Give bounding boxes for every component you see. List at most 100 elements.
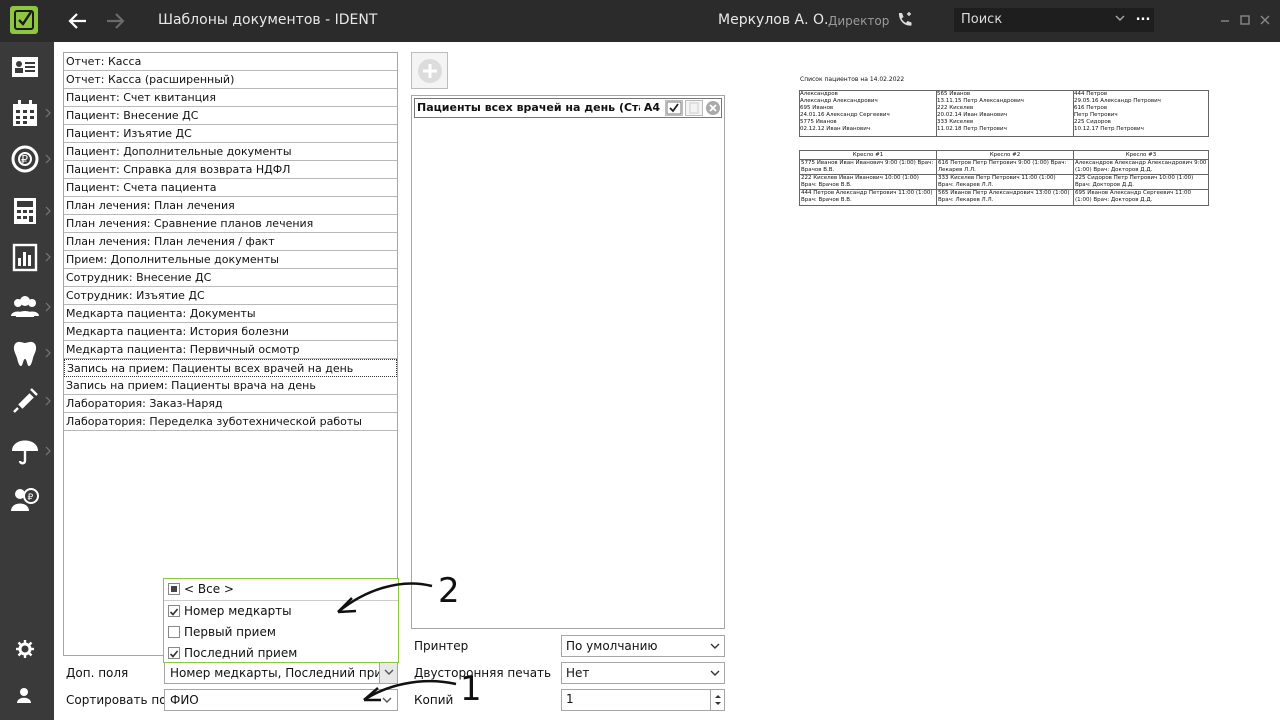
search-input[interactable]: Поиск [954,8,1132,32]
forward-arrow-icon[interactable] [103,10,127,32]
preview-line: 444 Петров [1074,91,1108,97]
preview-line: 5775 Иванов [800,119,837,125]
title-bar: Шаблоны документов - IDENT Меркулов А. О… [0,0,1280,42]
option-medcard-number[interactable]: Номер медкарты [164,601,398,621]
copies-input[interactable]: 1 [561,689,725,711]
preview-line: 29.05.16 Александр Петрович [1074,98,1161,104]
preview-cell: 695 Иванов Александр Сергеевич 11:00 (1:… [1075,190,1191,203]
select-version-button[interactable] [665,100,683,116]
sidebar-item-treatment[interactable] [0,378,54,424]
preview-cell: 444 Петров Александр Петрович 11:00 (1:0… [801,190,933,203]
chevron-down-icon [384,669,394,675]
option-first-visit[interactable]: Первый прием [164,622,398,642]
template-list-item[interactable]: Медкарта пациента: Первичный осмотр [64,341,397,359]
printer-value: По умолчанию [566,639,658,653]
duplex-select[interactable]: Нет [561,662,725,684]
sidebar-item-patient-payments[interactable]: ₽ [0,476,54,522]
template-list-item[interactable]: Отчет: Касса [64,53,397,71]
template-list-item[interactable]: Пациент: Дополнительные документы [64,143,397,161]
duplex-label: Двусторонняя печать [414,666,552,680]
template-list-item[interactable]: Лаборатория: Переделка зуботехнической р… [64,413,397,431]
sidebar-item-dental[interactable] [0,330,54,376]
printer-label: Принтер [414,639,469,653]
extra-fields-dropdown: < Все > Номер медкарты Первый прием Посл… [163,578,399,663]
maximize-icon[interactable] [1238,13,1252,27]
people-icon [11,296,39,317]
delete-version-button[interactable] [705,100,723,116]
checkbox-unchecked[interactable] [168,626,180,638]
checkbox-partial[interactable] [168,583,180,595]
template-list-item[interactable]: Медкарта пациента: История болезни [64,323,397,341]
copies-stepper[interactable] [710,690,724,710]
printer-select[interactable]: По умолчанию [561,635,725,657]
template-version-row[interactable]: Пациенты всех врачей на день (Стандарт) … [414,98,722,118]
preview-line: 20.02.14 Иван Иванович [937,112,1008,118]
sidebar-item-reports[interactable] [0,234,54,280]
close-icon[interactable] [1258,13,1272,27]
chevron-right-icon [45,302,51,312]
app-logo-icon[interactable] [10,6,38,34]
phone-icon[interactable] [896,11,914,29]
preview-cell: 5775 Иванов Иван Иванович 9:00 (1:00) Вр… [800,160,936,175]
checkbox-checked[interactable] [168,605,180,617]
template-list-item[interactable]: Пациент: Счет квитанция [64,89,397,107]
sort-select[interactable]: ФИО [164,689,398,711]
checkmark-icon [169,650,179,658]
sidebar-item-settings[interactable] [0,626,54,672]
preview-line: Александр Александрович [800,98,878,104]
preview-cell: Александров Александр Александрович 9:00… [1074,160,1208,175]
sidebar-item-staff[interactable] [0,284,54,330]
preview-cell: 222 Киселев Иван Иванович 10:00 (1:00) В… [800,175,936,190]
preview-line: 24.01.16 Александр Сергеевич [800,112,890,118]
preview-title: Список пациентов на 14.02.2022 [800,76,905,83]
template-list-item[interactable]: План лечения: План лечения / факт [64,233,397,251]
sidebar-item-calculator[interactable] [0,188,54,234]
template-list-item[interactable]: Запись на прием: Пациенты врача на день [64,377,397,395]
minimize-icon[interactable] [1218,13,1232,27]
copy-version-button[interactable] [685,100,703,116]
template-list-item[interactable]: Медкарта пациента: Документы [64,305,397,323]
template-list-item[interactable]: Сотрудник: Изъятие ДС [64,287,397,305]
template-list-item[interactable]: Пациент: Справка для возврата НДФЛ [64,161,397,179]
chevron-right-icon [45,396,51,406]
preview-line: Петр Петрович [1074,112,1118,118]
checkbox-checked[interactable] [168,647,180,659]
sidebar-item-patient-card[interactable] [0,44,54,90]
template-list[interactable]: Отчет: Касса Отчет: Касса (расширенный) Па… [63,52,398,656]
sidebar-item-schedule[interactable] [0,90,54,136]
checkmark-icon [169,608,179,616]
template-list-item[interactable]: План лечения: Сравнение планов лечения [64,215,397,233]
back-arrow-icon[interactable] [66,10,90,32]
template-list-item[interactable]: Пациент: Изъятие ДС [64,125,397,143]
preview-chair-header: Кресло #2 [937,151,1073,160]
current-user-name[interactable]: Меркулов А. О. [718,12,828,28]
template-versions-panel: Пациенты всех врачей на день (Стандарт) … [411,95,725,629]
sidebar-item-payments[interactable]: ₽ [0,136,54,182]
preview-line: 11.02.18 Петр Петрович [937,126,1007,132]
option-all[interactable]: < Все > [164,579,398,599]
extra-fields-select[interactable]: Номер медкарты, Последний прием [164,662,398,684]
template-list-item[interactable]: Запись на прием: Пациенты всех врачей на… [64,359,397,377]
chevron-down-icon [710,643,720,649]
search-options-button[interactable]: ... [1132,8,1154,32]
user-icon [17,688,31,703]
sidebar-item-insurance[interactable] [0,428,54,474]
template-list-item[interactable]: Пациент: Счета пациента [64,179,397,197]
template-list-item[interactable]: Пациент: Внесение ДС [64,107,397,125]
option-last-visit[interactable]: Последний прием [164,643,398,663]
template-list-item[interactable]: Сотрудник: Внесение ДС [64,269,397,287]
add-template-button[interactable] [411,52,448,89]
template-list-item[interactable]: План лечения: План лечения [64,197,397,215]
template-version-name[interactable]: Пациенты всех врачей на день (Стандарт) [415,99,640,117]
template-list-item[interactable]: Отчет: Касса (расширенный) [64,71,397,89]
preview-line: 02.12.12 Иван Иванович [800,126,871,132]
template-list-item[interactable]: Лаборатория: Заказ-Наряд [64,395,397,413]
sidebar-item-profile[interactable] [0,672,54,718]
template-list-item[interactable]: Прием: Дополнительные документы [64,251,397,269]
preview-line: 616 Петров [1074,105,1108,111]
sort-label: Сортировать по [66,693,167,707]
reports-icon [12,243,38,272]
chevron-right-icon [45,154,51,164]
extra-fields-dropdown-button[interactable] [379,663,397,683]
chevron-down-icon[interactable] [1114,12,1126,24]
